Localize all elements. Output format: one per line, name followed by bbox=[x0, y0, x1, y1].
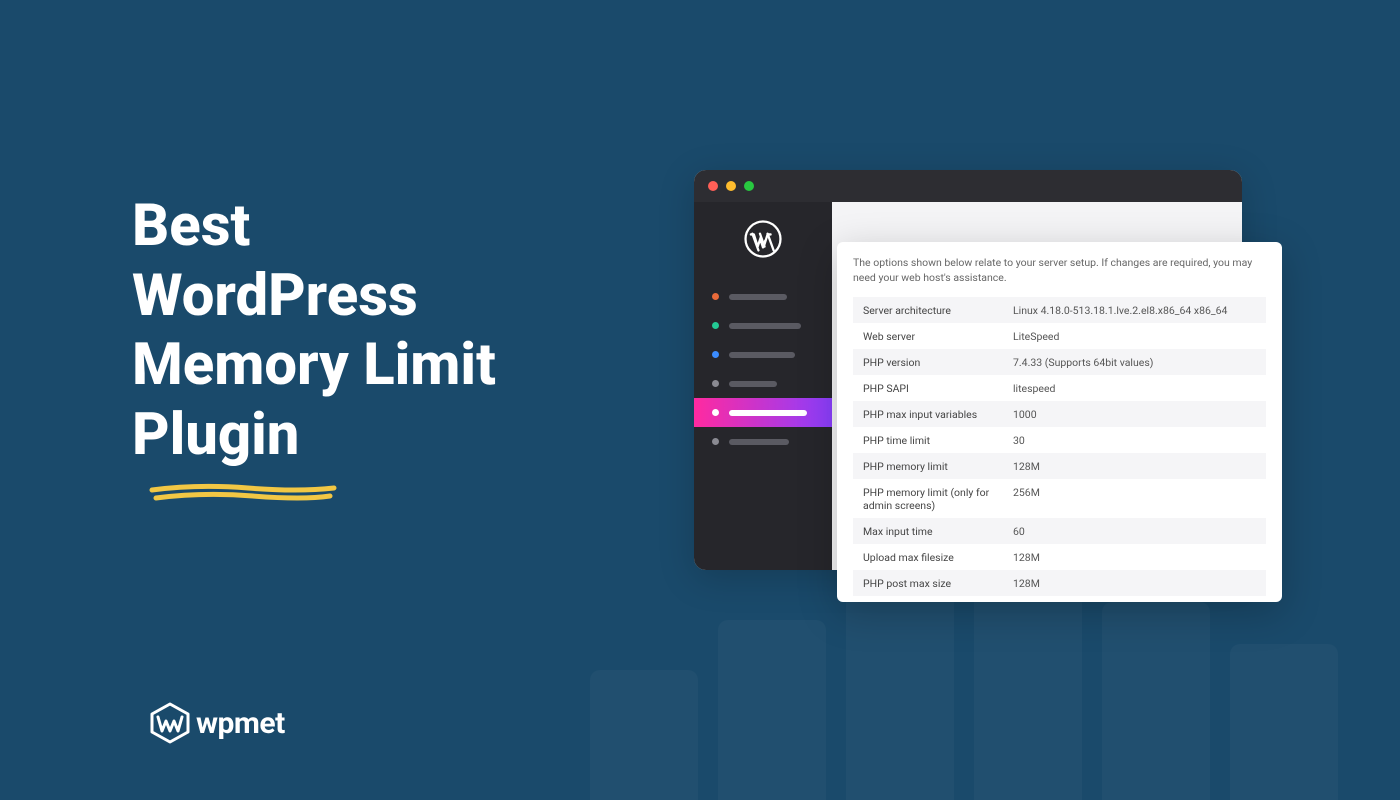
row-key: PHP SAPI bbox=[853, 375, 1003, 401]
underline-decoration bbox=[148, 482, 338, 502]
hero-line-4: Plugin bbox=[132, 401, 496, 471]
row-key: PHP time limit bbox=[853, 427, 1003, 453]
maximize-icon[interactable] bbox=[744, 181, 754, 191]
menu-dot-icon bbox=[712, 322, 719, 329]
minimize-icon[interactable] bbox=[726, 181, 736, 191]
menu-label-placeholder bbox=[729, 410, 807, 416]
page-title: Best WordPress Memory Limit Plugin bbox=[132, 192, 496, 470]
server-info-card: The options shown below relate to your s… bbox=[837, 242, 1282, 602]
row-key: PHP post max size bbox=[853, 570, 1003, 596]
hero-line-2: WordPress bbox=[132, 262, 496, 332]
row-key: Upload max filesize bbox=[853, 544, 1003, 570]
row-value: 60 bbox=[1003, 518, 1266, 544]
sidebar-item[interactable] bbox=[694, 311, 832, 340]
sidebar-item[interactable] bbox=[694, 369, 832, 398]
table-row: PHP max input variables1000 bbox=[853, 401, 1266, 427]
wordpress-logo-icon[interactable] bbox=[744, 220, 782, 258]
row-value: 128M bbox=[1003, 544, 1266, 570]
row-value: LiteSpeed bbox=[1003, 323, 1266, 349]
menu-dot-icon bbox=[712, 409, 719, 416]
menu-dot-icon bbox=[712, 293, 719, 300]
window-chrome bbox=[694, 170, 1242, 202]
row-value: 30 bbox=[1003, 427, 1266, 453]
row-key: Web server bbox=[853, 323, 1003, 349]
background-bar bbox=[1230, 644, 1338, 800]
hero-line-3: Memory Limit bbox=[132, 331, 496, 401]
close-icon[interactable] bbox=[708, 181, 718, 191]
row-value: 1000 bbox=[1003, 401, 1266, 427]
server-info-table: Server architectureLinux 4.18.0-513.18.1… bbox=[853, 297, 1266, 596]
background-bar bbox=[846, 590, 954, 800]
row-key: PHP version bbox=[853, 349, 1003, 375]
menu-dot-icon bbox=[712, 380, 719, 387]
sidebar-item-active[interactable] bbox=[694, 398, 832, 427]
table-row: Max input time60 bbox=[853, 518, 1266, 544]
row-value: 256M bbox=[1003, 479, 1266, 518]
sidebar-item[interactable] bbox=[694, 340, 832, 369]
table-row: PHP memory limit (only for admin screens… bbox=[853, 479, 1266, 518]
wpmet-logo-icon bbox=[148, 701, 192, 745]
row-key: PHP memory limit (only for admin screens… bbox=[853, 479, 1003, 518]
menu-dot-icon bbox=[712, 438, 719, 445]
background-bar bbox=[718, 620, 826, 800]
background-bar bbox=[1102, 602, 1210, 800]
sidebar-item[interactable] bbox=[694, 427, 832, 456]
menu-label-placeholder bbox=[729, 381, 777, 387]
table-row: PHP post max size128M bbox=[853, 570, 1266, 596]
row-value: 128M bbox=[1003, 453, 1266, 479]
table-row: PHP version7.4.33 (Supports 64bit values… bbox=[853, 349, 1266, 375]
row-value: Linux 4.18.0-513.18.1.lve.2.el8.x86_64 x… bbox=[1003, 297, 1266, 323]
brand-logo: wpmet bbox=[148, 701, 285, 745]
table-row: Upload max filesize128M bbox=[853, 544, 1266, 570]
sidebar-item[interactable] bbox=[694, 282, 832, 311]
wp-admin-sidebar bbox=[694, 202, 832, 570]
menu-label-placeholder bbox=[729, 439, 789, 445]
row-key: PHP memory limit bbox=[853, 453, 1003, 479]
server-info-description: The options shown below relate to your s… bbox=[853, 256, 1266, 285]
menu-label-placeholder bbox=[729, 294, 787, 300]
brand-name: wpmet bbox=[196, 706, 285, 741]
hero-line-1: Best bbox=[132, 192, 496, 262]
row-value: litespeed bbox=[1003, 375, 1266, 401]
row-value: 128M bbox=[1003, 570, 1266, 596]
menu-dot-icon bbox=[712, 351, 719, 358]
table-row: Server architectureLinux 4.18.0-513.18.1… bbox=[853, 297, 1266, 323]
row-value: 7.4.33 (Supports 64bit values) bbox=[1003, 349, 1266, 375]
menu-label-placeholder bbox=[729, 323, 801, 329]
menu-label-placeholder bbox=[729, 352, 795, 358]
row-key: Max input time bbox=[853, 518, 1003, 544]
table-row: Web serverLiteSpeed bbox=[853, 323, 1266, 349]
table-row: PHP memory limit128M bbox=[853, 453, 1266, 479]
row-key: PHP max input variables bbox=[853, 401, 1003, 427]
table-row: PHP time limit30 bbox=[853, 427, 1266, 453]
row-key: Server architecture bbox=[853, 297, 1003, 323]
table-row: PHP SAPIlitespeed bbox=[853, 375, 1266, 401]
background-bar bbox=[590, 670, 698, 800]
